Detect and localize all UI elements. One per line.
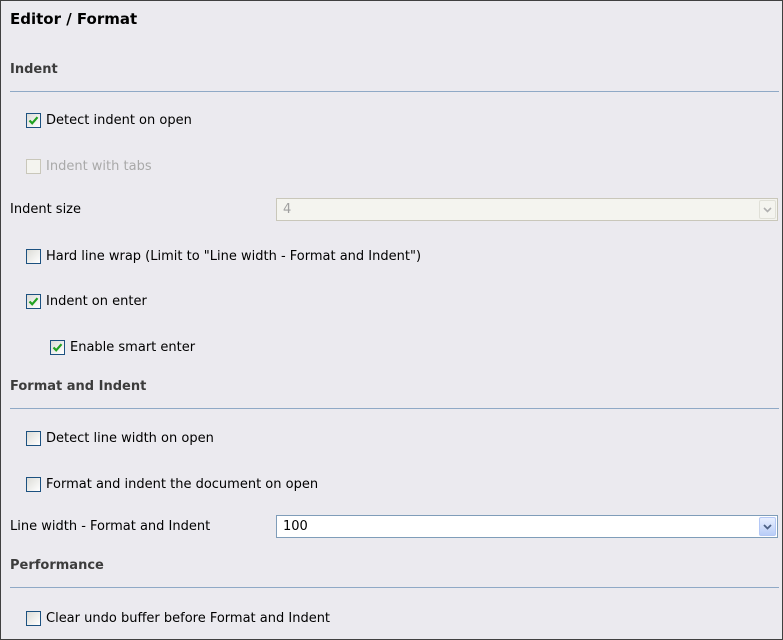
smart-enter-checkbox[interactable] [50, 339, 65, 355]
indent-size-value: 4 [283, 202, 292, 217]
format-on-open-label: Format and indent the document on open [46, 476, 319, 492]
detect-indent-label: Detect indent on open [46, 112, 192, 128]
checkmark-icon [28, 115, 39, 125]
detect-width-label: Detect line width on open [46, 430, 214, 446]
section-heading-performance: Performance [10, 558, 104, 573]
smart-enter-checkbox-row[interactable]: Enable smart enter [50, 337, 195, 357]
smart-enter-label: Enable smart enter [70, 339, 196, 355]
detect-width-checkbox-row[interactable]: Detect line width on open [26, 428, 214, 448]
indent-tabs-checkbox [26, 158, 41, 174]
format-on-open-checkbox[interactable] [26, 476, 41, 492]
chevron-down-icon[interactable] [759, 517, 776, 536]
section-heading-format: Format and Indent [10, 379, 147, 394]
section-divider [10, 408, 779, 409]
checkmark-icon [28, 296, 39, 306]
indent-enter-checkbox[interactable] [26, 293, 41, 309]
section-divider [10, 91, 779, 92]
indent-size-select: 4 [276, 198, 778, 221]
chevron-down-icon [759, 200, 776, 219]
hard-wrap-checkbox[interactable] [26, 248, 41, 264]
indent-tabs-checkbox-row: Indent with tabs [26, 156, 152, 176]
format-on-open-checkbox-row[interactable]: Format and indent the document on open [26, 474, 318, 494]
checkmark-icon [52, 342, 63, 352]
line-width-value: 100 [283, 519, 308, 534]
line-width-label: Line width - Format and Indent [10, 519, 211, 534]
detect-indent-checkbox[interactable] [26, 112, 41, 128]
page-title: Editor / Format [10, 10, 138, 28]
hard-wrap-checkbox-row[interactable]: Hard line wrap (Limit to "Line width - F… [26, 246, 421, 266]
section-divider [10, 587, 779, 588]
detect-indent-checkbox-row[interactable]: Detect indent on open [26, 110, 192, 130]
section-heading-indent: Indent [10, 62, 58, 77]
editor-format-panel: Editor / Format Indent Detect indent on … [0, 0, 783, 640]
clear-undo-checkbox[interactable] [26, 610, 41, 626]
clear-undo-label: Clear undo buffer before Format and Inde… [46, 610, 331, 626]
indent-enter-label: Indent on enter [46, 293, 147, 309]
indent-size-label: Indent size [10, 202, 81, 217]
indent-enter-checkbox-row[interactable]: Indent on enter [26, 291, 147, 311]
detect-width-checkbox[interactable] [26, 430, 41, 446]
hard-wrap-label: Hard line wrap (Limit to "Line width - F… [46, 248, 422, 264]
indent-tabs-label: Indent with tabs [46, 158, 152, 174]
clear-undo-checkbox-row[interactable]: Clear undo buffer before Format and Inde… [26, 608, 330, 628]
line-width-select[interactable]: 100 [276, 515, 778, 538]
